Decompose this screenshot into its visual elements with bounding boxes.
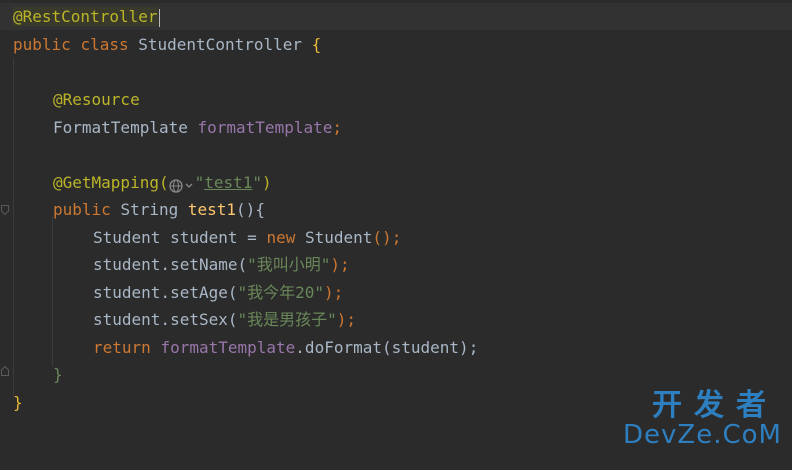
code-line[interactable]: FormatTemplate formatTemplate; [0,114,792,141]
brace: } [53,365,63,384]
code-line[interactable]: @Resource [0,86,792,113]
code-line[interactable]: @GetMapping( "test1") [0,169,792,196]
keyword: return [93,338,151,357]
statement-end: (); [372,228,402,247]
parens: () [236,200,256,219]
text-caret [158,8,160,27]
annotation: @GetMapping( [53,173,169,192]
globe-icon[interactable] [168,175,195,193]
code-line[interactable]: return formatTemplate.doFormat(student); [0,334,792,361]
brace: { [255,200,265,219]
keyword: public [13,35,71,54]
statement-end: ); [330,255,350,274]
code-line[interactable]: student.setName("我叫小明"); [0,251,792,278]
keyword: new [266,228,296,247]
brace: { [311,35,322,54]
method-name: test1 [187,200,237,219]
url-string[interactable]: test1 [204,173,252,192]
variable: student [170,228,238,247]
watermark-bottom-text: DevZe.CoM [623,420,782,450]
type-name: FormatTemplate [53,118,188,137]
field-name: formatTemplate [160,338,296,357]
annotation: @Resource [53,90,140,109]
class-name: StudentController [138,35,303,54]
string-literal: "我是男孩子" [237,310,337,329]
code-line[interactable]: student.setAge("我今年20"); [0,279,792,306]
string-literal: "我今年20" [237,283,325,302]
brace: } [13,393,23,412]
method-call: student.setSex( [93,310,238,329]
code-line[interactable]: @RestController [0,3,792,30]
operator: = [247,228,257,247]
string-quote: " [194,173,205,192]
field-name: formatTemplate [197,118,333,137]
statement-end: ); [324,283,344,302]
constructor: Student [304,228,373,247]
watermark-logo: 开发者 DevZe.CoM [623,388,782,451]
method-call: .doFormat(student); [295,338,479,357]
type-name: String [120,200,179,219]
string-literal: "我叫小明" [247,255,331,274]
code-line[interactable]: Student student = new Student(); [0,224,792,251]
code-line[interactable]: public String test1(){ [0,196,792,223]
keyword: public [53,200,111,219]
semicolon: ; [332,118,342,137]
annotation: @RestController [13,7,158,26]
code-editor[interactable]: @RestController public class StudentCont… [0,0,792,458]
type-name: Student [93,228,161,247]
code-line[interactable]: student.setSex("我是男孩子"); [0,306,792,333]
code-line[interactable]: public class StudentController { [0,31,792,58]
paren: ) [262,173,272,192]
code-line[interactable]: } [0,361,792,388]
method-call: student.setName( [93,255,248,274]
string-quote: " [252,173,263,192]
method-call: student.setAge( [93,283,238,302]
statement-end: ); [336,310,357,329]
keyword: class [80,35,129,54]
watermark-top-text: 开发者 [652,388,778,423]
